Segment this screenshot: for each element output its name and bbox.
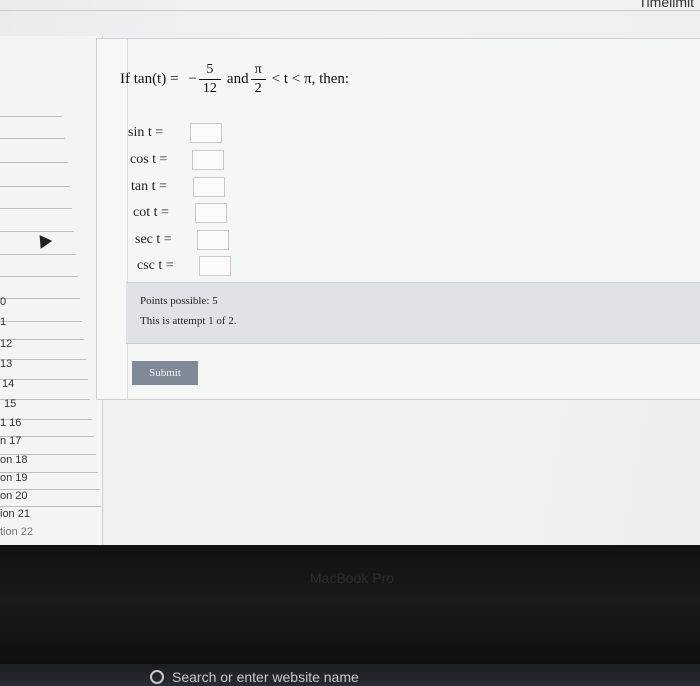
- question-text: If tan(t) = − 5 12 and π 2 < t < π, then…: [120, 62, 349, 97]
- fraction-pi-2: π 2: [250, 62, 266, 97]
- submit-button[interactable]: Submit: [132, 361, 198, 385]
- sidebar-item[interactable]: 12: [0, 338, 12, 350]
- sidebar-item[interactable]: on 19: [0, 472, 28, 484]
- sidebar-item[interactable]: tion 22: [0, 526, 33, 538]
- answer-label: csc t =: [137, 258, 174, 273]
- fraction-numerator: 5: [206, 62, 214, 77]
- answer-label: sin t =: [128, 125, 164, 140]
- sidebar-divider: [0, 298, 80, 299]
- sidebar-divider: [0, 162, 68, 163]
- sidebar-divider: [0, 321, 82, 322]
- sidebar-item[interactable]: 0: [0, 296, 6, 308]
- sidebar-item[interactable]: on 20: [0, 490, 28, 502]
- answer-label: cot t =: [133, 205, 169, 220]
- answer-row-sec: sec t =: [135, 230, 229, 250]
- fraction-denominator: 12: [202, 81, 217, 96]
- sidebar-item[interactable]: 1 16: [0, 417, 21, 429]
- csc-answer-input[interactable]: [199, 256, 231, 276]
- tan-answer-input[interactable]: [193, 177, 225, 197]
- sidebar-item[interactable]: on 18: [0, 454, 28, 466]
- cot-answer-input[interactable]: [195, 203, 227, 223]
- points-possible: Points possible: 5: [140, 295, 218, 307]
- question-suffix: < t < π, then:: [271, 71, 350, 87]
- sidebar-divider: [0, 208, 72, 209]
- sidebar-divider: [0, 254, 76, 255]
- sidebar-item[interactable]: 15: [4, 398, 16, 410]
- fraction-numerator: π: [254, 62, 262, 77]
- header-divider: [0, 10, 700, 11]
- header-title: Timelimit: [638, 0, 694, 10]
- question-sidebar: 0 1 12 13 14 15 1 16 n 17 on 18 on 19 on…: [0, 36, 103, 545]
- sidebar-divider: [0, 276, 78, 277]
- touch-bar-search[interactable]: Search or enter website name: [150, 669, 359, 685]
- answer-row-sin: sin t =: [128, 123, 222, 143]
- answer-label: cos t =: [130, 152, 168, 167]
- answer-label: tan t =: [131, 179, 167, 194]
- sidebar-divider: [0, 186, 70, 187]
- sidebar-divider: [0, 359, 86, 360]
- search-placeholder: Search or enter website name: [172, 669, 359, 685]
- fraction-bar: [250, 79, 266, 80]
- answer-row-tan: tan t =: [131, 177, 225, 197]
- sidebar-divider: [0, 138, 65, 139]
- answer-row-cos: cos t =: [130, 150, 224, 170]
- sidebar-divider: [0, 506, 101, 507]
- sidebar-item[interactable]: n 17: [0, 435, 21, 447]
- sidebar-item[interactable]: 13: [0, 358, 12, 370]
- question-and: and: [226, 71, 249, 87]
- attempt-count: This is attempt 1 of 2.: [140, 315, 237, 327]
- sidebar-divider: [0, 231, 74, 232]
- sidebar-item[interactable]: ion 21: [0, 508, 30, 520]
- sidebar-divider: [0, 116, 62, 117]
- sidebar-divider: [0, 339, 84, 340]
- question-prefix: If tan(t) =: [120, 71, 179, 87]
- sec-answer-input[interactable]: [197, 230, 229, 250]
- sidebar-item[interactable]: 1: [0, 316, 6, 328]
- minus-sign: −: [188, 71, 197, 87]
- answer-row-cot: cot t =: [133, 203, 227, 223]
- cos-answer-input[interactable]: [192, 150, 224, 170]
- answer-label: sec t =: [135, 232, 172, 247]
- search-icon: [150, 670, 164, 684]
- fraction-5-12: 5 12: [198, 62, 221, 97]
- browser-screen: Timelimit 0 1 12 13 14 15 1 16 n 17 on 1…: [0, 0, 700, 545]
- attempt-info-box: Points possible: 5 This is attempt 1 of …: [126, 282, 700, 344]
- fraction-denominator: 2: [254, 81, 262, 96]
- laptop-brand-label: MacBook Pro: [310, 570, 395, 586]
- sin-answer-input[interactable]: [190, 123, 222, 143]
- fraction-bar: [198, 79, 221, 80]
- answer-row-csc: csc t =: [137, 256, 231, 276]
- sidebar-item[interactable]: 14: [2, 378, 14, 390]
